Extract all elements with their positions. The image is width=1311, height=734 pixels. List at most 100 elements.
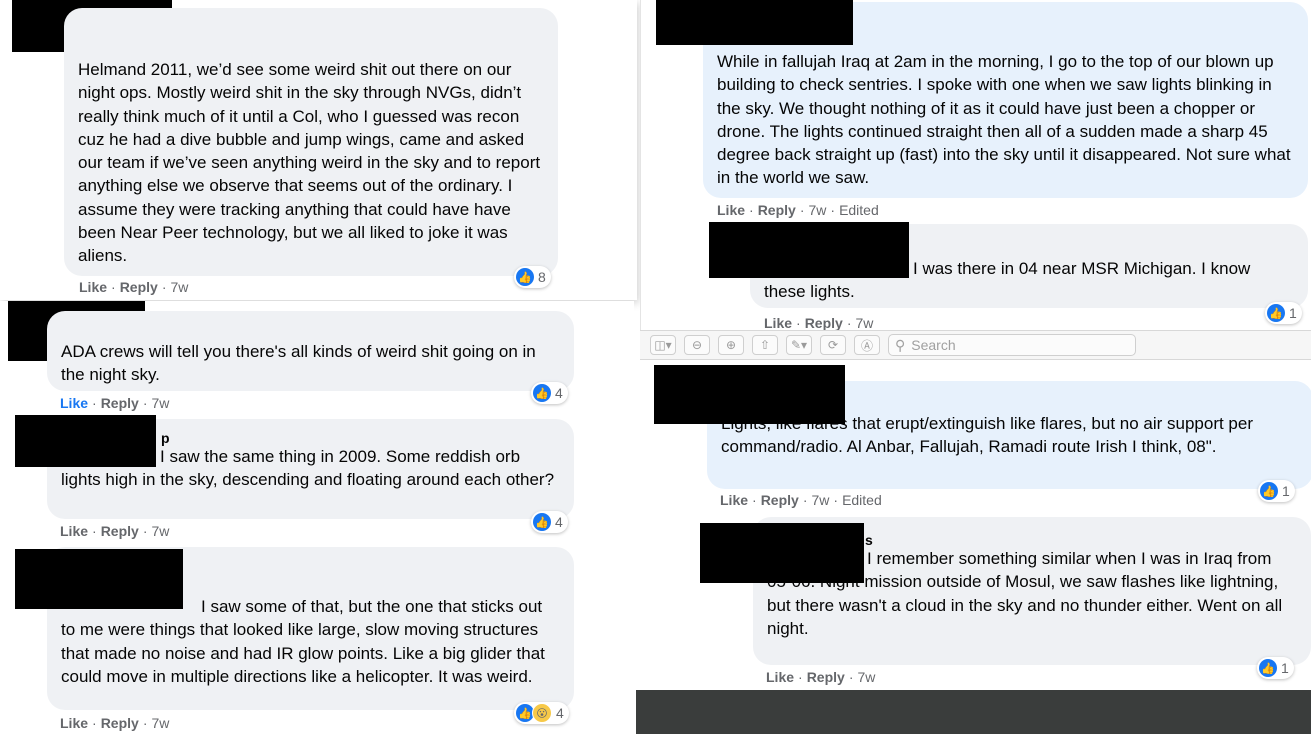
reaction-count-badge[interactable]: 👍 4 <box>531 511 568 533</box>
separator: · <box>848 669 854 685</box>
redacted-avatar-name <box>15 415 156 467</box>
comment-text: While in fallujah Iraq at 2am in the mor… <box>717 52 1291 188</box>
like-link[interactable]: Like <box>720 492 748 508</box>
reaction-count-badge[interactable]: 👍 4 <box>531 382 568 404</box>
sidebar-toggle-button[interactable]: ◫▾ <box>650 335 676 355</box>
desktop-background-strip <box>636 690 1311 734</box>
reaction-count-badge[interactable]: 👍 😮 4 <box>514 702 569 724</box>
comment-bubble: Helmand 2011, we’d see some weird shit o… <box>64 8 558 276</box>
search-placeholder: Search <box>911 337 956 353</box>
annotate-button[interactable]: Ⓐ <box>854 335 880 355</box>
screenshot-panel-bottom-left: ADA crews will tell you there's all kind… <box>0 301 634 734</box>
redacted-avatar-name <box>654 365 845 424</box>
thumbs-up-icon: 👍 <box>533 384 551 402</box>
reply-link[interactable]: Reply <box>758 202 796 218</box>
zoom-out-button[interactable]: ⊖ <box>684 335 710 355</box>
reply-link[interactable]: Reply <box>120 279 158 295</box>
reply-link[interactable]: Reply <box>101 715 139 731</box>
comment-actions: Like · Reply · 7w <box>60 523 169 539</box>
wow-emoji-icon: 😮 <box>532 703 552 723</box>
like-link[interactable]: Like <box>764 315 792 331</box>
comment-actions: Like · Reply · 7w <box>60 715 169 731</box>
commenter-name-fragment[interactable]: p <box>161 431 560 445</box>
reaction-count: 4 <box>555 385 563 401</box>
reaction-count: 4 <box>556 705 564 721</box>
separator: · <box>802 492 808 508</box>
comment-actions: Like · Reply · 7w · Edited <box>720 492 882 508</box>
separator: · <box>752 492 757 508</box>
rotate-button[interactable]: ⟳ <box>820 335 846 355</box>
reply-link[interactable]: Reply <box>805 315 843 331</box>
separator: · <box>161 279 167 295</box>
timestamp[interactable]: 7w <box>808 202 826 218</box>
share-button[interactable]: ⇧ <box>752 335 778 355</box>
like-link[interactable]: Like <box>766 669 794 685</box>
thumbs-up-icon: 👍 <box>1267 304 1285 322</box>
separator: · <box>799 202 805 218</box>
separator: · <box>749 202 754 218</box>
screenshot-panel-top-left: Helmand 2011, we’d see some weird shit o… <box>0 0 637 300</box>
like-link[interactable]: Like <box>60 523 88 539</box>
comment-actions: Like · Reply · 7w <box>60 395 169 411</box>
separator: · <box>798 669 803 685</box>
comment-actions: Like · Reply · 7w <box>79 279 188 295</box>
separator: · <box>111 279 116 295</box>
timestamp[interactable]: 7w <box>151 395 169 411</box>
thumbs-up-icon: 👍 <box>1259 659 1277 677</box>
reaction-count: 8 <box>538 269 546 285</box>
separator: · <box>830 202 836 218</box>
separator: · <box>796 315 801 331</box>
timestamp[interactable]: 7w <box>151 715 169 731</box>
separator: · <box>92 523 97 539</box>
reaction-count-badge[interactable]: 👍 1 <box>1257 657 1294 679</box>
like-link[interactable]: Like <box>717 202 745 218</box>
search-icon: ⚲ <box>895 336 906 353</box>
screenshot-panel-bottom-right: Lights, like flares that erupt/extinguis… <box>640 361 1311 690</box>
redacted-avatar-name <box>700 523 864 583</box>
reply-link[interactable]: Reply <box>101 523 139 539</box>
reaction-count-badge[interactable]: 👍 8 <box>514 266 551 288</box>
like-link[interactable]: Like <box>60 715 88 731</box>
timestamp[interactable]: 7w <box>811 492 829 508</box>
reaction-count: 4 <box>555 514 563 530</box>
comment-actions: Like · Reply · 7w <box>766 669 875 685</box>
redacted-avatar-name <box>709 222 909 278</box>
separator: · <box>833 492 839 508</box>
redacted-avatar-name <box>15 549 183 609</box>
edited-label[interactable]: Edited <box>842 492 882 508</box>
reply-link[interactable]: Reply <box>101 395 139 411</box>
comment-actions: Like · Reply · 7w · Edited <box>717 202 879 218</box>
thumbs-up-icon: 👍 <box>1260 482 1278 500</box>
reply-link[interactable]: Reply <box>807 669 845 685</box>
timestamp[interactable]: 7w <box>151 523 169 539</box>
reaction-count-badge[interactable]: 👍 1 <box>1258 480 1295 502</box>
zoom-in-button[interactable]: ⊕ <box>718 335 744 355</box>
timestamp[interactable]: 7w <box>170 279 188 295</box>
comment-text: Helmand 2011, we’d see some weird shit o… <box>78 60 541 266</box>
thumbs-up-icon: 👍 <box>516 268 534 286</box>
separator: · <box>846 315 852 331</box>
redacted-avatar-name <box>656 0 853 45</box>
edited-label[interactable]: Edited <box>839 202 879 218</box>
like-link[interactable]: Like <box>60 395 88 411</box>
reaction-count-badge[interactable]: 👍 1 <box>1265 302 1302 324</box>
separator: · <box>92 715 97 731</box>
comment-actions: Like · Reply · 7w <box>764 315 873 331</box>
reply-link[interactable]: Reply <box>761 492 799 508</box>
like-link[interactable]: Like <box>79 279 107 295</box>
separator: · <box>142 395 148 411</box>
separator: · <box>142 523 148 539</box>
commenter-name-fragment[interactable]: s <box>865 533 1297 547</box>
separator: · <box>142 715 148 731</box>
reaction-count: 1 <box>1282 483 1290 499</box>
comment-bubble: ADA crews will tell you there's all kind… <box>47 311 574 391</box>
timestamp[interactable]: 7w <box>855 315 873 331</box>
screenshot-panel-top-right: While in fallujah Iraq at 2am in the mor… <box>640 0 1311 332</box>
timestamp[interactable]: 7w <box>857 669 875 685</box>
preview-toolbar: ◫▾ ⊖ ⊕ ⇧ ✎▾ ⟳ Ⓐ ⚲ Search <box>640 330 1311 360</box>
markup-button[interactable]: ✎▾ <box>786 335 812 355</box>
thumbs-up-icon: 👍 <box>533 513 551 531</box>
comment-text: ADA crews will tell you there's all kind… <box>61 342 536 385</box>
search-field[interactable]: ⚲ Search <box>888 334 1136 356</box>
separator: · <box>92 395 97 411</box>
